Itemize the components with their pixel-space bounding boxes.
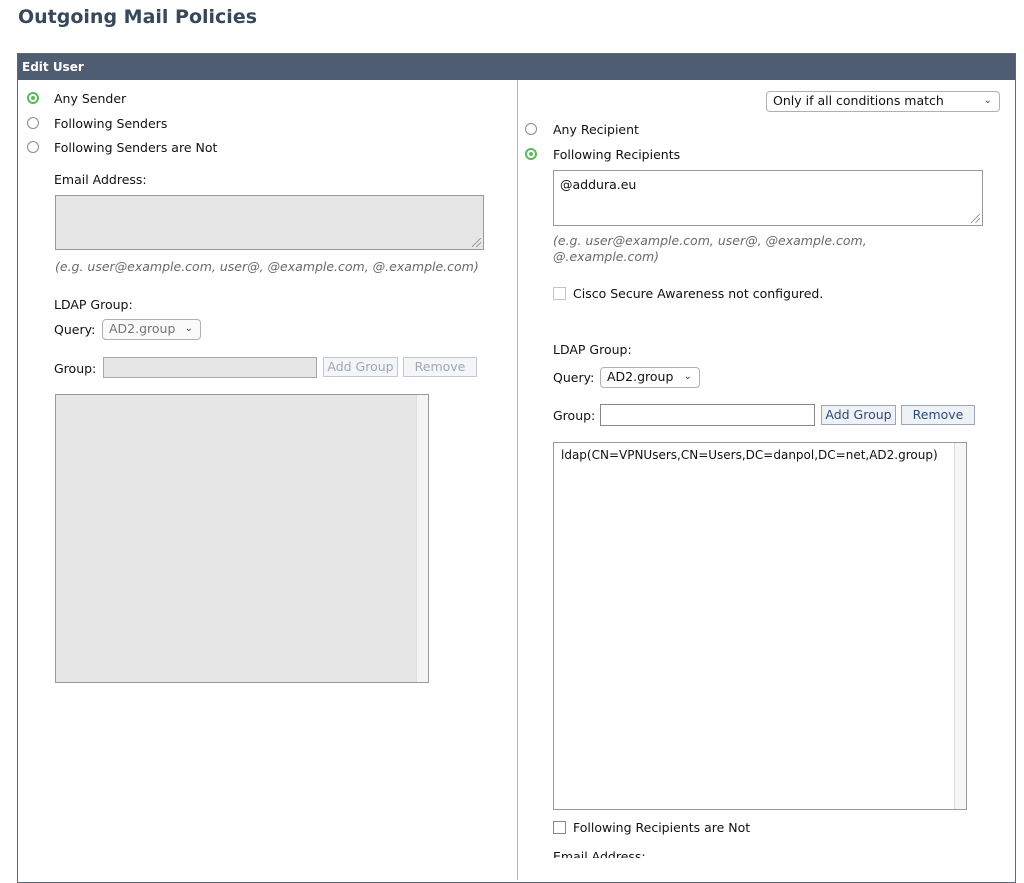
- radio-following-recipients[interactable]: [525, 148, 537, 160]
- list-item[interactable]: ldap(CN=VPNUsers,CN=Users,DC=danpol,DC=n…: [561, 448, 938, 462]
- sender-email-label: Email Address:: [54, 172, 147, 187]
- panel-header: Edit User: [18, 54, 1015, 80]
- sender-email-textarea[interactable]: [55, 195, 484, 250]
- following-recipients-not-label: Following Recipients are Not: [573, 820, 751, 835]
- scrollbar-track[interactable]: [954, 443, 966, 809]
- radio-any-recipient[interactable]: [525, 123, 537, 135]
- radio-any-sender[interactable]: [27, 92, 39, 104]
- recipient-email-hint-line1: (e.g. user@example.com, user@, @example.…: [553, 233, 867, 248]
- resize-grip-icon[interactable]: [472, 238, 481, 247]
- following-senders-not-label: Following Senders are Not: [54, 140, 218, 155]
- column-divider: [517, 80, 518, 880]
- sender-query-label: Query:: [54, 322, 96, 337]
- sender-group-input[interactable]: [103, 357, 317, 378]
- recipient-ldap-label: LDAP Group:: [553, 342, 632, 357]
- sender-query-value: AD2.group: [109, 321, 176, 336]
- chevron-down-icon: ⌄: [683, 371, 692, 382]
- recipient-group-list[interactable]: ldap(CN=VPNUsers,CN=Users,DC=danpol,DC=n…: [553, 442, 967, 810]
- radio-following-senders-not[interactable]: [27, 141, 39, 153]
- chevron-down-icon: ⌄: [184, 323, 193, 334]
- recipient-email-textarea[interactable]: @addura.eu: [553, 170, 983, 226]
- recipient-email-hint-line2: @.example.com): [553, 249, 660, 264]
- recipient-remove-button[interactable]: Remove: [901, 405, 975, 425]
- sender-query-select[interactable]: AD2.group ⌄: [102, 319, 201, 340]
- page-title: Outgoing Mail Policies: [18, 6, 258, 28]
- resize-grip-icon[interactable]: [971, 214, 980, 223]
- following-recipients-not-checkbox[interactable]: [553, 821, 566, 834]
- chevron-down-icon: ⌄: [983, 95, 992, 106]
- any-recipient-label: Any Recipient: [553, 122, 639, 137]
- match-mode-value: Only if all conditions match: [773, 93, 944, 108]
- following-senders-label: Following Senders: [54, 116, 168, 131]
- recipient-add-group-button[interactable]: Add Group: [821, 405, 896, 425]
- recipient-query-label: Query:: [553, 370, 595, 385]
- scrollbar-track[interactable]: [416, 395, 428, 682]
- following-recipients-label: Following Recipients: [553, 147, 681, 162]
- any-sender-label: Any Sender: [54, 91, 127, 106]
- sender-email-hint: (e.g. user@example.com, user@, @example.…: [55, 259, 479, 274]
- sender-ldap-label: LDAP Group:: [54, 297, 133, 312]
- match-mode-select[interactable]: Only if all conditions match ⌄: [766, 91, 1000, 112]
- recipient-group-input[interactable]: [600, 404, 815, 426]
- sender-group-list[interactable]: [55, 394, 429, 683]
- recipient-email-value: @addura.eu: [560, 177, 637, 192]
- recipient-query-value: AD2.group: [607, 369, 674, 384]
- sender-add-group-button[interactable]: Add Group: [323, 357, 398, 377]
- sender-remove-button[interactable]: Remove: [403, 357, 477, 377]
- recipient-query-select[interactable]: AD2.group ⌄: [600, 367, 700, 388]
- awareness-checkbox[interactable]: [553, 287, 566, 300]
- sender-group-label: Group:: [54, 361, 97, 376]
- awareness-label: Cisco Secure Awareness not configured.: [573, 286, 824, 301]
- recipient-group-label: Group:: [553, 408, 596, 423]
- radio-following-senders[interactable]: [27, 117, 39, 129]
